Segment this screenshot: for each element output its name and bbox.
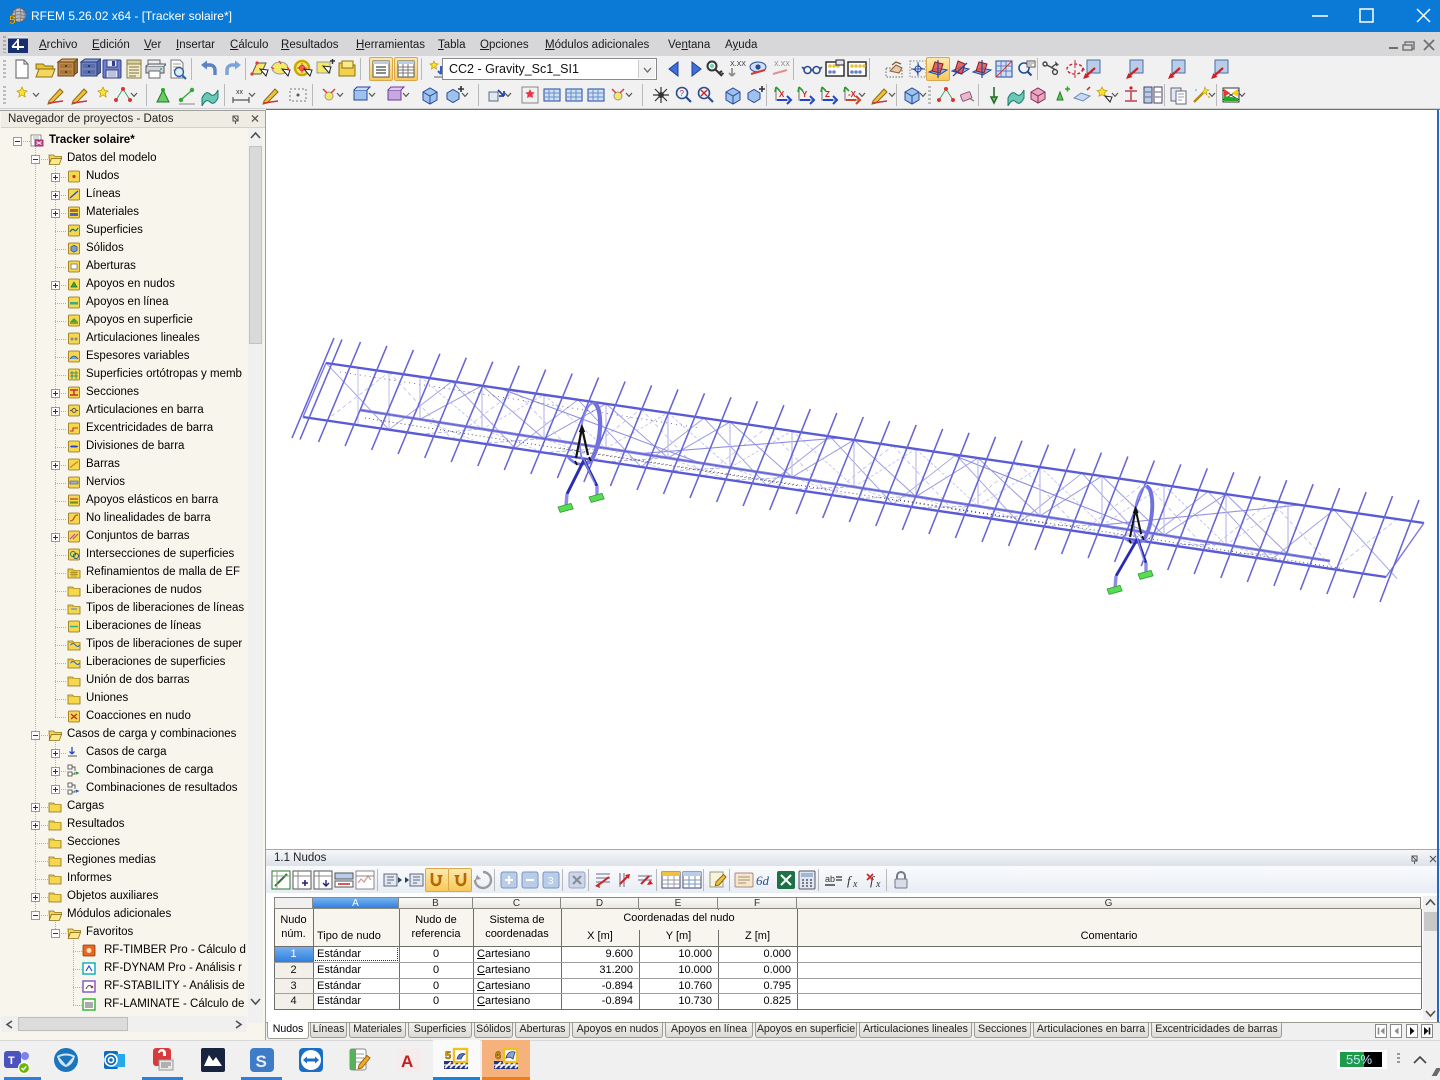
svg-text:S: S (256, 1052, 267, 1071)
svg-text:Y: Y (802, 90, 808, 99)
svg-text:6d: 6d (756, 873, 770, 888)
svg-text:X: X (779, 90, 785, 99)
svg-text:3: 3 (548, 876, 554, 887)
svg-text:T: T (8, 1055, 15, 1067)
svg-text:Z: Z (825, 90, 830, 99)
svg-text:A: A (401, 1052, 413, 1071)
svg-text:?: ? (680, 89, 685, 98)
svg-text:-X: -X (848, 90, 857, 99)
svg-text:X.XX: X.XX (774, 61, 790, 68)
svg-text:5: 5 (9, 13, 16, 25)
svg-text:x: x (875, 879, 881, 890)
svg-text:xx: xx (236, 89, 244, 96)
svg-text:5: 5 (445, 1050, 451, 1062)
svg-text:x: x (852, 879, 858, 890)
svg-text:6: 6 (495, 1050, 501, 1062)
svg-text:ab: ab (825, 874, 835, 884)
svg-text:X.XX: X.XX (730, 61, 746, 68)
